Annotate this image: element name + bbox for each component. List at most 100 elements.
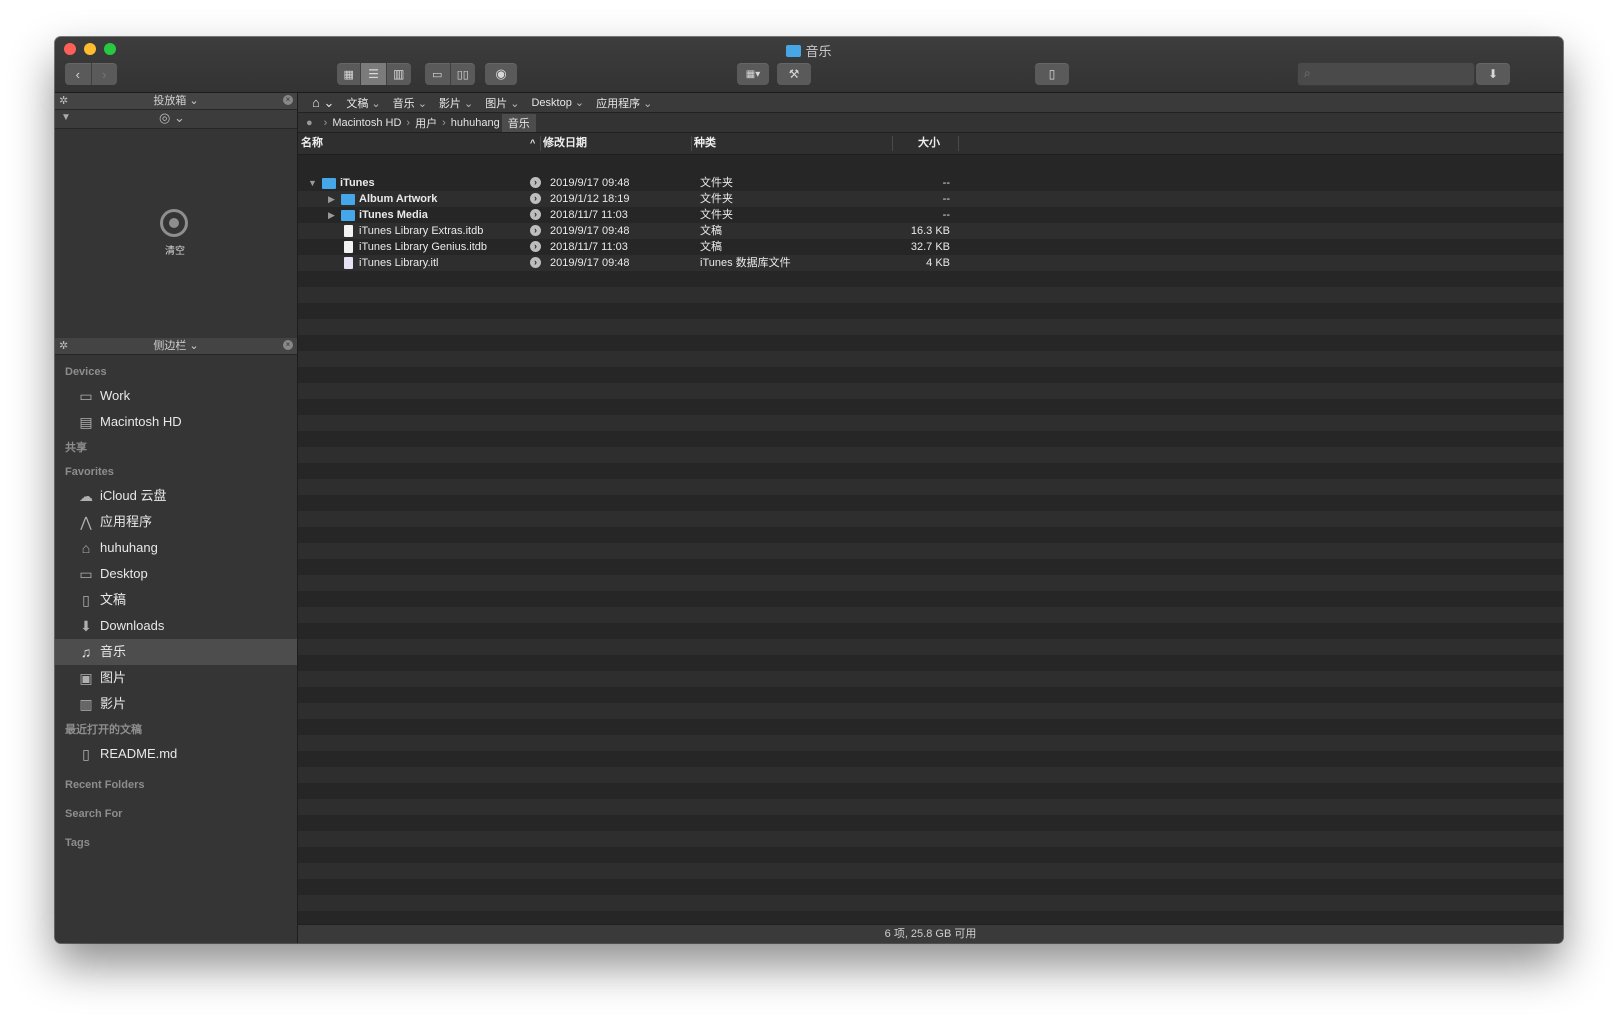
column-kind[interactable]: 种类 [694,133,716,154]
action-menu-button[interactable]: ⚒ [777,63,811,85]
section-search-for[interactable]: Search For [55,796,297,825]
triangle-down-icon[interactable]: ▼ [61,112,71,123]
back-button[interactable]: ‹ [65,63,92,85]
sidebar-item-home[interactable]: ⌂ huhuhang [55,535,297,561]
column-view-button[interactable]: ▥ [387,63,411,85]
section-shared[interactable]: 共享 [55,435,297,459]
sidebar-item-documents[interactable]: ▯ 文稿 [55,587,297,613]
sidebar-item-desktop[interactable]: ▭ Desktop [55,561,297,587]
file-kind: 文稿 [700,225,722,237]
section-devices[interactable]: Devices [55,359,297,383]
search-icon: ⌕ [1304,66,1311,80]
disclosure-collapsed-icon[interactable]: ▶ [328,191,335,207]
home-menu-icon[interactable]: ⌂ ⌄ [312,95,334,111]
disclosure-expanded-icon[interactable]: ▼ [308,175,317,191]
file-kind: iTunes 数据库文件 [700,257,791,269]
file-name: iTunes Library.itl [359,257,439,269]
path-bar: ● › Macintosh HD › 用户 › huhuhang 音乐 [298,113,1563,133]
section-recent-folders[interactable]: Recent Folders [55,767,297,796]
sidebar-item-label: Downloads [100,618,165,633]
sidebar-item-pictures[interactable]: ▣ 图片 [55,665,297,691]
file-modified: 2018/11/7 11:03 [550,209,628,221]
search-input[interactable]: ⌕ [1297,62,1475,86]
column-modified[interactable]: 修改日期 [543,133,587,154]
go-arrow-icon[interactable]: › [530,241,541,252]
file-name: iTunes Media [359,209,428,221]
folder-icon [341,210,355,221]
download-button[interactable]: ⬇ [1476,63,1510,85]
table-row[interactable]: ▼ iTunes › 2019/9/17 09:48 文件夹 -- [298,175,1563,191]
cover-flow-button[interactable]: ▭ [425,63,451,85]
go-arrow-icon[interactable]: › [530,225,541,236]
section-tags[interactable]: Tags [55,825,297,854]
file-kind: 文件夹 [700,193,733,205]
favbar-applications[interactable]: 应用程序 [596,95,652,111]
sidebar-pane-title[interactable]: 侧边栏 ⌄ [153,340,198,352]
column-name[interactable]: 名称 [301,133,323,154]
dual-pane-icon: ▯▯ [456,68,469,81]
file-modified: 2019/9/17 09:48 [550,225,630,237]
eye-icon: ◉ [495,66,507,81]
file-modified: 2019/1/12 18:19 [550,193,630,205]
sidebar-item-work[interactable]: ▭ Work [55,383,297,409]
drop-pane-title[interactable]: 投放箱 ⌄ [153,95,198,107]
sidebar-item-macintosh-hd[interactable]: ▤ Macintosh HD [55,409,297,435]
file-size: 32.7 KB [910,241,950,253]
favbar-desktop[interactable]: Desktop [531,96,584,109]
go-arrow-icon[interactable]: › [530,209,541,220]
table-row[interactable]: ▶ Album Artwork › 2019/1/12 18:19 文件夹 -- [298,191,1563,207]
table-row[interactable]: iTunes Library Genius.itdb › 2018/11/7 1… [298,239,1563,255]
favbar-music[interactable]: 音乐 [393,95,427,111]
disclosure-collapsed-icon[interactable]: ▶ [328,207,335,223]
table-row[interactable]: iTunes Library Extras.itdb › 2019/9/17 0… [298,223,1563,239]
clear-target-icon[interactable] [160,209,188,237]
table-row[interactable]: ▶ iTunes Media › 2018/11/7 11:03 文件夹 -- [298,207,1563,223]
section-recent-documents[interactable]: 最近打开的文稿 [55,717,297,741]
section-favorites[interactable]: Favorites [55,459,297,483]
list-view-button[interactable]: ☰ [361,63,387,85]
close-pane-icon[interactable]: × [283,95,293,105]
sidebar-item-downloads[interactable]: ⬇ Downloads [55,613,297,639]
quick-look-button[interactable]: ◉ [485,63,517,85]
breadcrumb-macintosh-hd[interactable]: Macintosh HD [332,117,401,129]
forward-button[interactable]: › [92,63,118,85]
sidebar-item-music[interactable]: ♫ 音乐 [55,639,297,665]
favbar-movies[interactable]: 影片 [439,95,473,111]
pictures-icon: ▣ [79,670,93,686]
breadcrumb-users[interactable]: 用户 [415,115,437,131]
breadcrumb-home[interactable]: huhuhang [451,117,500,129]
icon-view-button[interactable]: ▦ [337,63,362,85]
column-size[interactable]: 大小 [918,133,940,154]
sidebar-item-label: README.md [100,746,178,761]
go-arrow-icon[interactable]: › [530,257,541,268]
database-file-icon [344,257,353,269]
sidebar-item-movies[interactable]: ▥ 影片 [55,691,297,717]
sidebar-item-icloud[interactable]: ☁ iCloud 云盘 [55,483,297,509]
close-pane-icon[interactable]: × [283,340,293,350]
table-row[interactable]: iTunes Library.itl › 2019/9/17 09:48 iTu… [298,255,1563,271]
folder-icon [341,194,355,205]
chevron-left-icon: ‹ [75,66,80,82]
download-arrow-icon: ⬇ [1487,67,1499,81]
arrange-menu-button[interactable]: ▦▾ [737,63,769,85]
favbar-pictures[interactable]: 图片 [485,95,519,111]
document-icon [344,225,353,237]
target-menu-icon[interactable]: ◎ ⌄ [159,110,185,126]
file-icon: ▯ [82,746,90,762]
sidebar-item-readme[interactable]: ▯ README.md [55,741,297,767]
file-name: Album Artwork [359,193,438,205]
go-arrow-icon[interactable]: › [530,177,541,188]
sidebar-item-applications[interactable]: ⋀ 应用程序 [55,509,297,535]
go-arrow-icon[interactable]: › [530,193,541,204]
cover-flow-icon: ▭ [432,68,443,81]
gear-icon[interactable]: ✲ [59,338,68,354]
back-forward-control: ‹ › [65,63,117,85]
gear-icon[interactable]: ✲ [59,93,68,109]
dual-pane-button[interactable]: ▯▯ [451,63,476,85]
cloud-icon: ☁ [79,488,93,504]
favbar-documents[interactable]: 文稿 [346,95,380,111]
new-document-button[interactable]: ▯ [1035,63,1069,85]
sidebar-item-label: Work [100,388,131,403]
breadcrumb-music[interactable]: 音乐 [501,113,536,132]
drop-area[interactable]: 清空 [55,129,297,338]
